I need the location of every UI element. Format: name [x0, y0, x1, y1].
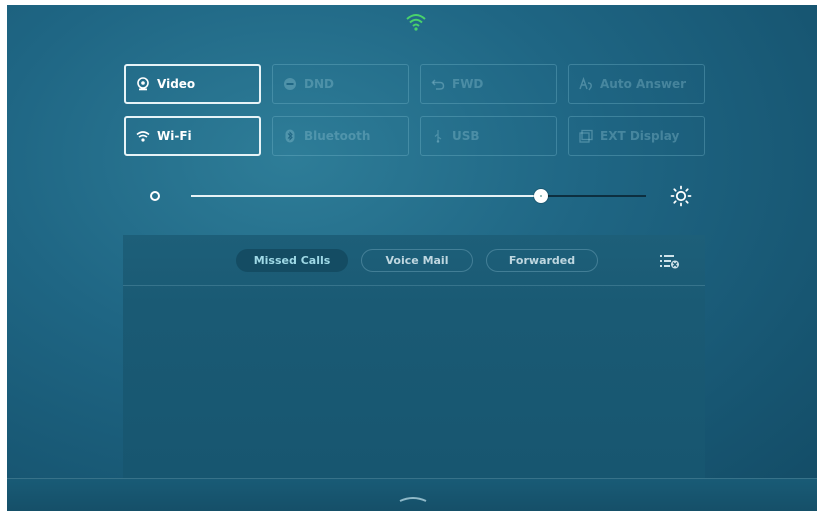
usb-label: USB — [452, 129, 480, 143]
wifi-toggle[interactable]: Wi-Fi — [124, 116, 261, 156]
tab-missed-calls[interactable]: Missed Calls — [236, 249, 348, 272]
video-label: Video — [157, 77, 196, 91]
fwd-toggle[interactable]: FWD — [420, 64, 557, 104]
ext-display-label: EXT Display — [600, 129, 680, 143]
tab-forwarded-label: Forwarded — [508, 254, 576, 267]
phone-screen: Video DND FWD Auto Answer Wi-Fi Bluetoot… — [7, 5, 817, 511]
notification-tabs: Missed Calls Voice Mail Forwarded — [123, 235, 705, 286]
bottom-bar — [7, 478, 817, 511]
usb-toggle[interactable]: USB — [420, 116, 557, 156]
display-icon — [579, 129, 593, 143]
tab-voice-mail[interactable]: Voice Mail — [361, 249, 473, 272]
dnd-icon — [284, 78, 296, 90]
brightness-slider-thumb[interactable] — [534, 189, 549, 203]
camera-icon — [137, 77, 149, 91]
auto-answer-icon — [579, 77, 592, 91]
tab-forwarded[interactable]: Forwarded — [486, 249, 598, 272]
dnd-toggle[interactable]: DND — [272, 64, 409, 104]
video-toggle[interactable]: Video — [124, 64, 261, 104]
notification-panel: Missed Calls Voice Mail Forwarded — [123, 235, 705, 479]
brightness-slider-track[interactable] — [541, 195, 646, 197]
brightness-slider-fill[interactable] — [191, 195, 542, 197]
bluetooth-label: Bluetooth — [304, 129, 371, 143]
auto-answer-toggle[interactable]: Auto Answer — [568, 64, 705, 104]
bluetooth-toggle[interactable]: Bluetooth — [272, 116, 409, 156]
wifi-icon — [136, 131, 150, 142]
brightness-high-icon — [670, 185, 692, 207]
brightness-low-icon — [150, 191, 160, 201]
dnd-label: DND — [304, 77, 334, 91]
auto-answer-label: Auto Answer — [600, 77, 687, 91]
clear-list-icon[interactable] — [660, 253, 680, 269]
forward-icon — [431, 79, 445, 90]
pull-up-handle-icon[interactable] — [398, 496, 428, 502]
tab-missed-calls-label: Missed Calls — [253, 254, 331, 267]
wifi-status-icon — [406, 14, 426, 31]
ext-display-toggle[interactable]: EXT Display — [568, 116, 705, 156]
wifi-label: Wi-Fi — [157, 129, 192, 143]
usb-icon — [434, 130, 442, 143]
tab-voice-mail-label: Voice Mail — [385, 254, 449, 267]
fwd-label: FWD — [452, 77, 484, 91]
bluetooth-icon — [285, 129, 295, 143]
